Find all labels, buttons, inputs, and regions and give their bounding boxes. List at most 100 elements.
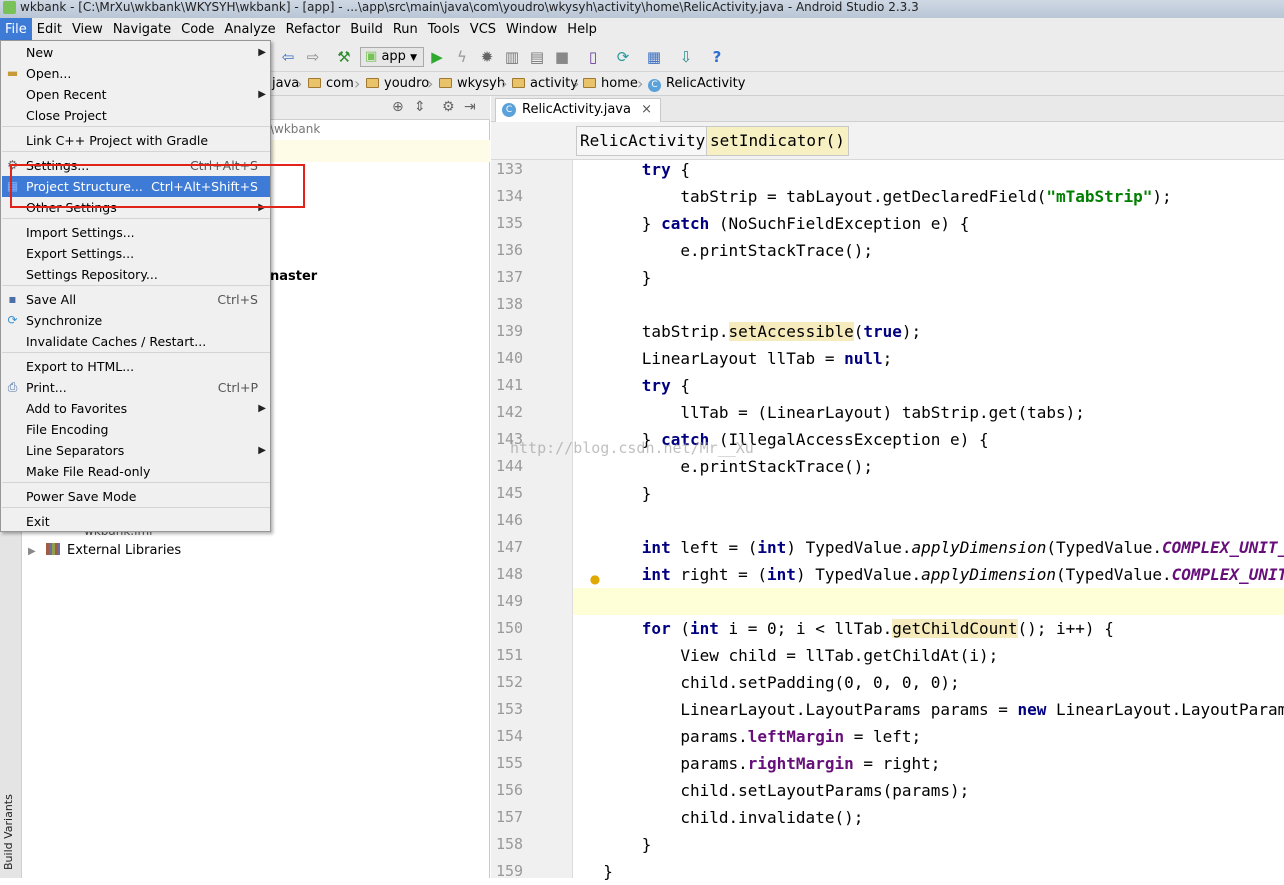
code-line[interactable]: tabStrip.setAccessible(true); — [584, 318, 921, 345]
code-line[interactable]: } — [584, 264, 652, 291]
menu-code[interactable]: Code — [176, 18, 219, 42]
menu-view[interactable]: View — [67, 18, 108, 42]
file-menu-item-export-to-html[interactable]: Export to HTML... — [2, 356, 270, 377]
code-line[interactable]: e.printStackTrace(); — [584, 237, 873, 264]
file-menu-item-new[interactable]: New ▶ — [2, 42, 270, 63]
menu-file[interactable]: File — [0, 18, 32, 42]
menu-edit[interactable]: Edit — [32, 18, 67, 42]
file-menu-item-link-c-project-with-gradle[interactable]: Link C++ Project with Gradle — [2, 130, 270, 151]
code-line[interactable]: View child = llTab.getChildAt(i); — [584, 642, 998, 669]
file-menu-item-synchronize[interactable]: ⟳ Synchronize — [2, 310, 270, 331]
sync-gradle-icon[interactable]: ⟳ — [614, 48, 632, 66]
line-number: 134 — [496, 187, 524, 205]
code-line[interactable]: LinearLayout.LayoutParams params = new L… — [584, 696, 1284, 723]
run-config-select[interactable]: ▣ app ▼ — [360, 47, 424, 67]
build-variants-tool-button[interactable]: Build Variants — [2, 760, 20, 870]
menu-tools[interactable]: Tools — [423, 18, 465, 42]
avd-manager-icon[interactable]: ▯ — [584, 48, 602, 66]
file-menu-item-exit[interactable]: Exit — [2, 511, 270, 532]
menu-refactor[interactable]: Refactor — [281, 18, 346, 42]
breadcrumb-com[interactable]: com — [308, 75, 354, 93]
code-line[interactable]: child.invalidate(); — [584, 804, 863, 831]
file-menu-item-invalidate-caches-restart[interactable]: Invalidate Caches / Restart... — [2, 331, 270, 352]
profile-icon[interactable]: ▥ — [503, 48, 521, 66]
line-number: 138 — [496, 295, 524, 313]
code-line[interactable]: params.leftMargin = left; — [584, 723, 921, 750]
code-line[interactable]: int right = (int) TypedValue.applyDimens… — [584, 561, 1284, 588]
file-menu-item-settings-repository[interactable]: Settings Repository... — [2, 264, 270, 285]
breadcrumb-home[interactable]: home — [583, 75, 638, 93]
editor-tab-relicactivity[interactable]: C RelicActivity.java × — [495, 98, 661, 122]
menu-item-label: Link C++ Project with Gradle — [26, 133, 209, 148]
code-line[interactable]: } — [584, 831, 652, 858]
menu-navigate[interactable]: Navigate — [108, 18, 176, 42]
file-menu-item-save-all[interactable]: ▪ Save All Ctrl+S — [2, 289, 270, 310]
line-number: 157 — [496, 808, 524, 826]
code-line[interactable]: e.printStackTrace(); — [584, 453, 873, 480]
menu-build[interactable]: Build — [345, 18, 388, 42]
apply-changes-icon[interactable]: ϟ — [453, 48, 471, 66]
project-structure-icon[interactable]: ▦ — [645, 48, 663, 66]
code-line[interactable]: tabStrip = tabLayout.getDeclaredField("m… — [584, 183, 1171, 210]
forward-icon[interactable]: ⇨ — [304, 48, 322, 66]
file-menu-item-make-file-read-only[interactable]: Make File Read-only — [2, 461, 270, 482]
breadcrumb-relicactivity[interactable]: C RelicActivity — [648, 75, 745, 93]
intention-bulb-icon[interactable]: ● — [589, 572, 601, 586]
code-line[interactable]: for (int i = 0; i < llTab.getChildCount(… — [584, 615, 1114, 642]
method-crumb-method[interactable]: setIndicator() — [706, 126, 849, 156]
file-menu-item-close-project[interactable]: Close Project — [2, 105, 270, 126]
file-menu-item-open-recent[interactable]: Open Recent ▶ — [2, 84, 270, 105]
file-menu-item-open[interactable]: ▬ Open... — [2, 63, 270, 84]
code-line[interactable]: params.rightMargin = right; — [584, 750, 940, 777]
menu-window[interactable]: Window — [501, 18, 562, 42]
tree-item-external-libraries[interactable]: ▶ External Libraries — [22, 542, 181, 560]
back-icon[interactable]: ⇦ — [279, 48, 297, 66]
file-menu-item-line-separators[interactable]: Line Separators ▶ — [2, 440, 270, 461]
sdk-manager-icon[interactable]: ⇩ — [677, 48, 695, 66]
code-line[interactable]: int left = (int) TypedValue.applyDimensi… — [584, 534, 1284, 561]
attach-debugger-icon[interactable]: ▤ — [528, 48, 546, 66]
menu-help[interactable]: Help — [562, 18, 602, 42]
close-icon[interactable]: × — [641, 102, 652, 117]
line-number: 137 — [496, 268, 524, 286]
code-line[interactable]: child.setLayoutParams(params); — [584, 777, 969, 804]
line-number: 141 — [496, 376, 524, 394]
file-menu-item-add-to-favorites[interactable]: Add to Favorites ▶ — [2, 398, 270, 419]
gear-icon[interactable]: ⚙ — [442, 99, 455, 115]
breadcrumb-activity[interactable]: activity — [512, 75, 578, 93]
file-menu-item-import-settings[interactable]: Import Settings... — [2, 222, 270, 243]
run-icon[interactable]: ▶ — [428, 48, 446, 66]
code-line[interactable]: try { — [584, 372, 690, 399]
file-menu-item-export-settings[interactable]: Export Settings... — [2, 243, 270, 264]
help-icon[interactable]: ? — [708, 48, 726, 66]
file-menu-item-power-save-mode[interactable]: Power Save Mode — [2, 486, 270, 507]
menu-item-label: Export Settings... — [26, 246, 135, 261]
code-line[interactable]: } — [584, 480, 652, 507]
breadcrumb-wkysyh[interactable]: wkysyh — [439, 75, 505, 93]
submenu-arrow-icon: ▶ — [258, 47, 266, 58]
code-line[interactable]: } — [584, 858, 613, 885]
code-line[interactable]: llTab = (LinearLayout) tabStrip.get(tabs… — [584, 399, 1085, 426]
menu-analyze[interactable]: Analyze — [219, 18, 280, 42]
menu-vcs[interactable]: VCS — [465, 18, 501, 42]
breadcrumb-youdro[interactable]: youdro — [366, 75, 429, 93]
expand-arrow-icon[interactable]: ▶ — [28, 546, 36, 557]
menu-item-label: Exit — [26, 514, 50, 529]
hide-pane-icon[interactable]: ⇥ — [464, 99, 476, 115]
file-menu-item-print[interactable]: ⎙ Print... Ctrl+P — [2, 377, 270, 398]
code-line[interactable]: } catch (NoSuchFieldException e) { — [584, 210, 970, 237]
code-line[interactable]: LinearLayout llTab = null; — [584, 345, 892, 372]
build-hammer-icon[interactable]: ⚒ — [335, 48, 353, 66]
debug-icon[interactable]: ✹ — [478, 48, 496, 66]
line-number: 136 — [496, 241, 524, 259]
code-line[interactable]: child.setPadding(0, 0, 0, 0); — [584, 669, 959, 696]
menu-item-shortcut: Ctrl+P — [217, 380, 258, 395]
code-line[interactable]: try { — [584, 156, 690, 183]
line-number: 145 — [496, 484, 524, 502]
menu-run[interactable]: Run — [388, 18, 423, 42]
scroll-from-source-icon[interactable]: ⊕ — [392, 99, 404, 115]
file-menu-item-file-encoding[interactable]: File Encoding — [2, 419, 270, 440]
collapse-all-icon[interactable]: ⇕ — [414, 99, 426, 115]
stop-icon[interactable]: ■ — [553, 48, 571, 66]
method-crumb-class[interactable]: RelicActivity — [576, 126, 710, 156]
